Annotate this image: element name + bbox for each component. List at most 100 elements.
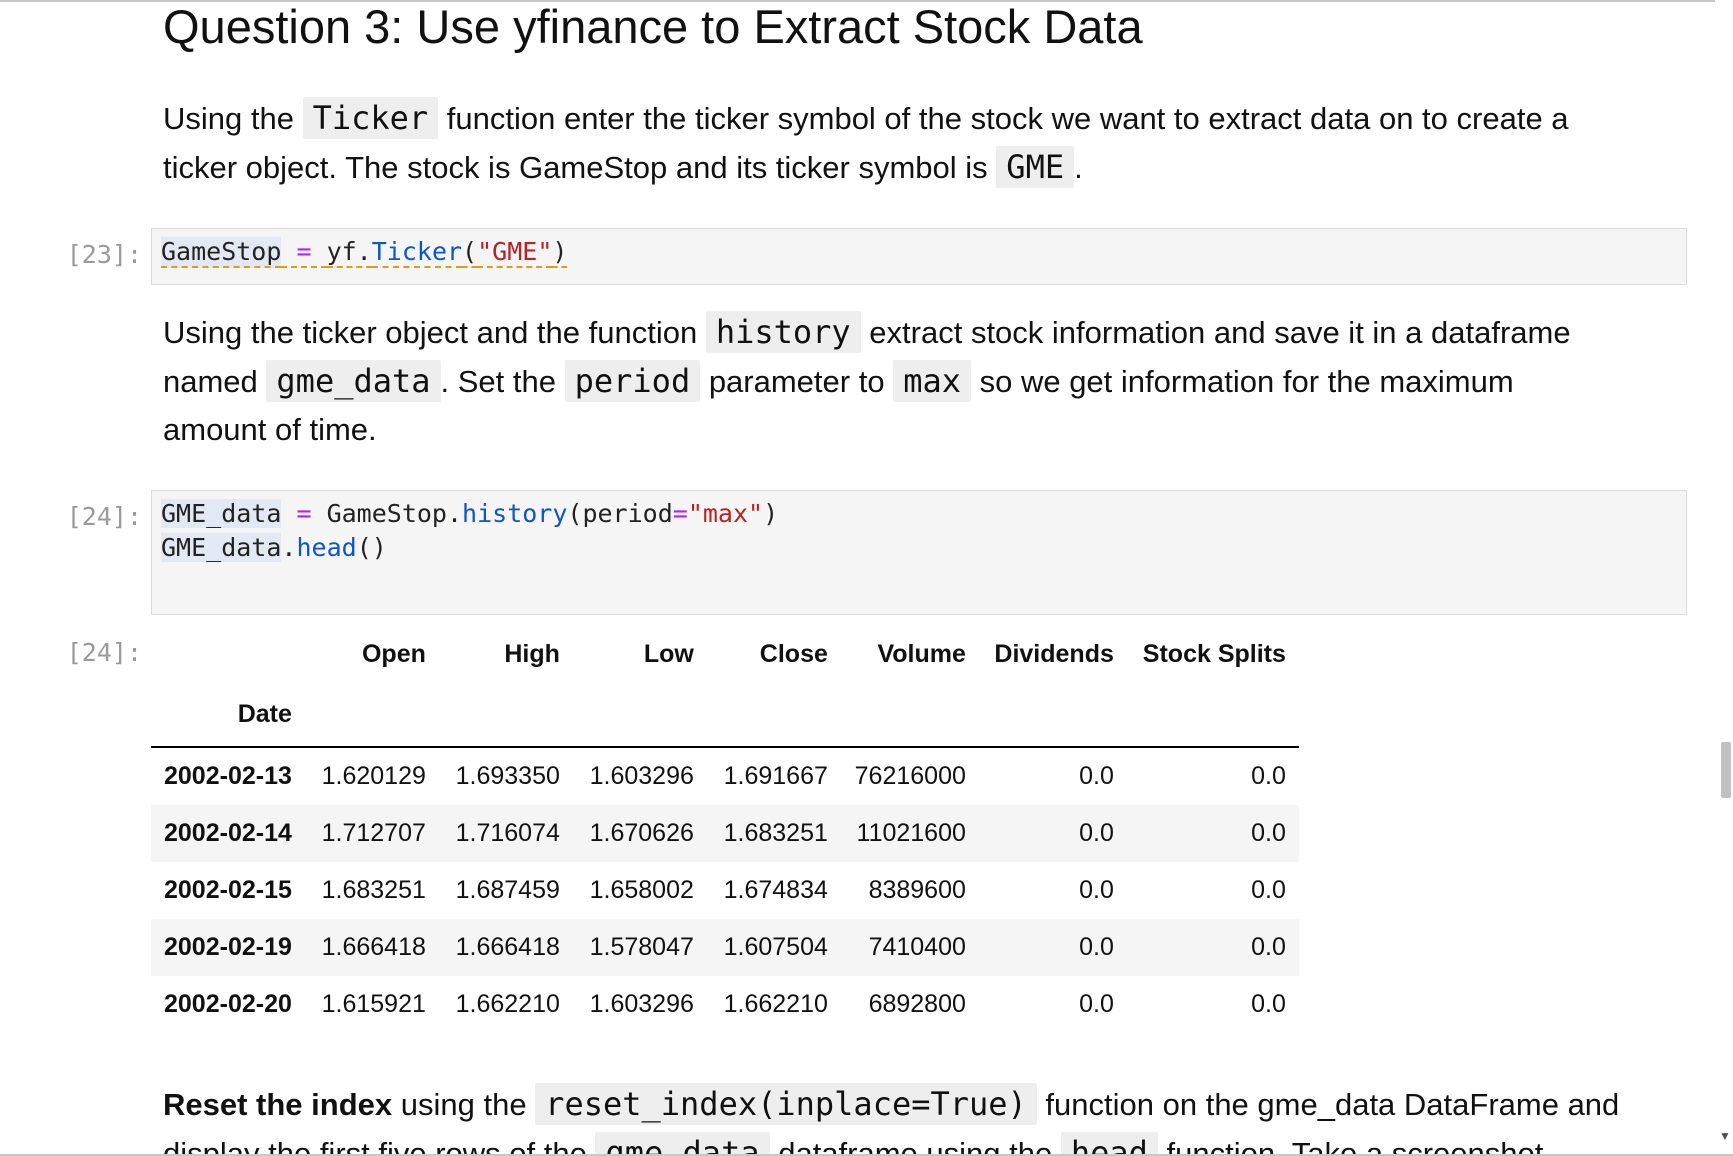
text: . Set the <box>440 364 565 399</box>
table-cell: 1.615921 <box>321 990 426 1018</box>
code-token: = <box>281 237 327 268</box>
section-heading: Question 3: Use yfinance to Extract Stoc… <box>163 0 1143 53</box>
text: function. Take a screenshot <box>1157 1136 1544 1156</box>
inline-code: period <box>564 360 701 402</box>
index-spacer <box>1126 688 1299 748</box>
table-cell: 0.0 <box>1251 762 1286 790</box>
table-row: 2002-02-14 1.712707 1.716074 1.670626 1.6832… <box>151 805 1299 862</box>
index-name: Date <box>151 688 305 748</box>
text: Using the <box>163 101 303 136</box>
table-cell: 1.578047 <box>589 933 694 961</box>
text: . <box>1074 150 1083 185</box>
inline-code: max <box>893 360 971 402</box>
table-cell: 1.658002 <box>589 876 694 904</box>
inline-code: history <box>705 311 861 353</box>
text: using the <box>392 1087 536 1122</box>
table-cell: 1.666418 <box>455 933 560 961</box>
row-index: 2002-02-19 <box>164 933 292 961</box>
code-token: GameStop <box>161 237 282 268</box>
code-cell-24[interactable]: GME_data = GameStop.history(period="max"… <box>151 490 1687 615</box>
table-cell: 0.0 <box>1079 876 1114 904</box>
table-cell: 1.662210 <box>455 990 560 1018</box>
notebook-content: Question 3: Use yfinance to Extract Stoc… <box>0 0 1715 1156</box>
table-cell: 1.716074 <box>455 819 560 847</box>
table-cell: 76216000 <box>854 762 966 790</box>
row-index: 2002-02-20 <box>164 990 292 1018</box>
table-body: 2002-02-13 1.620129 1.693350 1.603296 1.6916… <box>151 747 1299 1033</box>
table-row: 2002-02-15 1.683251 1.687459 1.658002 1.6748… <box>151 862 1299 919</box>
code-token: GameStop. <box>326 499 463 528</box>
scroll-down-arrow-icon[interactable]: ▼ <box>1719 1130 1731 1142</box>
inline-code: GME <box>996 146 1075 188</box>
table-cell: 1.712707 <box>321 819 426 847</box>
code-token: = <box>281 499 327 528</box>
table-cell: 1.674834 <box>723 876 828 904</box>
code-cell-23[interactable]: GameStop = yf.Ticker("GME") <box>151 228 1687 285</box>
table-row: 2002-02-20 1.615921 1.662210 1.603296 1.6622… <box>151 976 1299 1033</box>
column-header: Close <box>759 639 828 668</box>
row-index: 2002-02-15 <box>164 876 292 904</box>
code-token: GME_data <box>161 533 282 562</box>
column-header: Low <box>643 639 694 668</box>
code-token: ) <box>763 499 779 528</box>
table-cell: 1.691667 <box>723 762 828 790</box>
index-corner <box>151 620 305 688</box>
table-cell: 0.0 <box>1079 933 1114 961</box>
markdown-cell-history[interactable]: Using the ticker object and the function… <box>163 308 1623 454</box>
dataframe-output: Open High Low Close Volume Dividends Stock Spl… <box>151 620 1299 1033</box>
scrollbar-track[interactable] <box>1715 0 1733 1156</box>
inline-code: Ticker <box>302 97 439 139</box>
text: dataframe using the <box>769 1136 1061 1156</box>
code-token: yf. <box>326 237 372 268</box>
text: parameter to <box>700 364 894 399</box>
code-token: () <box>356 533 387 562</box>
column-header: Open <box>361 639 426 668</box>
inline-code: head <box>1060 1132 1158 1156</box>
index-spacer <box>304 688 439 748</box>
column-header: Volume <box>877 639 966 668</box>
table-cell: 6892800 <box>868 990 966 1018</box>
table-cell: 0.0 <box>1251 876 1286 904</box>
inline-code: gme_data <box>266 360 441 402</box>
table-cell: 1.666418 <box>321 933 426 961</box>
code-token: "max" <box>687 499 764 528</box>
code-token: . <box>281 533 297 562</box>
table-cell: 0.0 <box>1079 762 1114 790</box>
text: Using the ticker object and the function <box>163 315 706 350</box>
column-header: Stock Splits <box>1142 639 1286 668</box>
code-token: Ticker <box>371 237 463 268</box>
index-spacer <box>978 688 1127 748</box>
table-cell: 11021600 <box>856 819 966 847</box>
index-spacer <box>438 688 573 748</box>
table-cell: 0.0 <box>1251 990 1286 1018</box>
table-cell: 1.603296 <box>589 762 694 790</box>
index-spacer <box>572 688 707 748</box>
table-cell: 1.693350 <box>455 762 560 790</box>
index-name-row: Date <box>151 688 1299 748</box>
table-cell: 8389600 <box>868 876 966 904</box>
table-cell: 0.0 <box>1251 819 1286 847</box>
row-index: 2002-02-13 <box>164 762 292 790</box>
markdown-cell-reset-index[interactable]: Reset the index using the reset_index(in… <box>163 1080 1623 1156</box>
table-cell: 1.607504 <box>723 933 828 961</box>
inline-code: reset_index(inplace=True) <box>535 1083 1037 1125</box>
inline-code: gme_data <box>595 1132 770 1156</box>
table-cell: 7410400 <box>868 933 966 961</box>
code-token: history <box>462 499 568 528</box>
bold-text: Reset the index <box>163 1087 393 1122</box>
table-cell: 1.670626 <box>589 819 694 847</box>
output-prompt-24: [24]: <box>66 638 142 667</box>
index-spacer <box>706 688 841 748</box>
table-cell: 0.0 <box>1251 933 1286 961</box>
table-cell: 1.603296 <box>589 990 694 1018</box>
code-token: "GME" <box>477 237 553 268</box>
index-spacer <box>840 688 979 748</box>
code-token: ( <box>462 237 478 268</box>
scrollbar-thumb[interactable] <box>1721 742 1731 798</box>
markdown-cell-ticker[interactable]: Using the Ticker function enter the tick… <box>163 94 1623 192</box>
row-index: 2002-02-14 <box>164 819 292 847</box>
table-row: 2002-02-13 1.620129 1.693350 1.603296 1.6916… <box>151 747 1299 805</box>
column-header: Dividends <box>994 639 1114 668</box>
code-token: ) <box>552 237 568 268</box>
code-token: (period <box>567 499 673 528</box>
